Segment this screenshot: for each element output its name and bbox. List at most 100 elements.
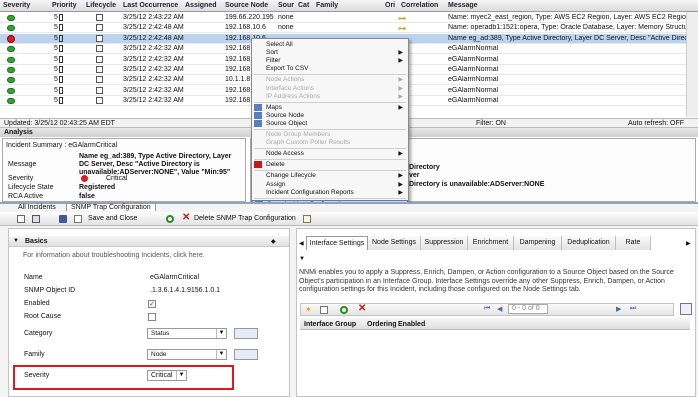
tab-deduplication[interactable]: Deduplication [562, 236, 616, 250]
next-page-icon[interactable]: ▶ [616, 305, 621, 313]
menu-item-source-object[interactable]: Source Object [252, 119, 408, 128]
message-label: Message [8, 161, 37, 168]
pager-input[interactable]: 0 - 0 of 0 [508, 304, 548, 314]
lifecycle-icon [96, 76, 103, 84]
tab-dampening[interactable]: Dampening [514, 236, 562, 250]
tab-scroll-right-icon[interactable]: ▶ [686, 240, 691, 247]
menu-item-label: Export To CSV [266, 65, 309, 73]
family-select[interactable]: Node ▼ [147, 349, 227, 360]
col-correlation[interactable]: Correlation [401, 2, 438, 9]
menu-item-node-actions: Node Actions ▶ [252, 76, 408, 84]
priority-value: 5 [54, 97, 58, 105]
col-lifecycle[interactable]: Lifecycle [86, 2, 116, 9]
new-row-icon[interactable]: ✶ [305, 305, 312, 314]
menu-item-label: Node Access [266, 150, 304, 158]
menu-item-source-node[interactable]: Source Node [252, 111, 408, 120]
submenu-arrow-icon: ▶ [398, 151, 403, 158]
category-lookup-icon[interactable] [234, 328, 258, 339]
priority-value: 5 [54, 45, 58, 53]
open-icon[interactable] [32, 215, 40, 223]
help-icon[interactable] [303, 215, 311, 223]
delete-row-icon[interactable]: ✕ [358, 303, 366, 314]
col-source-node[interactable]: Source Node [225, 2, 268, 9]
normal-severity-icon [7, 67, 15, 73]
menu-separator [254, 74, 406, 76]
lifecycle-icon [96, 34, 103, 42]
tab-enrichment[interactable]: Enrichment [468, 236, 514, 250]
col-ordering[interactable]: Ordering [367, 321, 397, 328]
lifecycle-icon [96, 45, 103, 53]
menu-item-label: Sort [266, 49, 278, 57]
message-cell: eGAlarmNormal [448, 66, 499, 73]
priority-value: 5 [54, 86, 58, 94]
menu-item-node-access[interactable]: Node Access ▶ [252, 150, 408, 158]
menu-item-sort[interactable]: Sort ▶ [252, 49, 408, 57]
menu-item-maps[interactable]: Maps ▶ [252, 103, 408, 112]
tab-node-settings[interactable]: Node Settings [368, 236, 421, 250]
menu-item-filter[interactable]: Filter ▶ [252, 57, 408, 65]
basics-header[interactable]: ▼ Basics ◆ [9, 236, 289, 247]
table-settings-icon[interactable] [680, 303, 692, 315]
save-icon[interactable] [59, 215, 67, 223]
menu-item-assign[interactable]: Assign ▶ [252, 181, 408, 189]
priority-value: 5 [54, 14, 58, 21]
priority-value: 5 [54, 24, 58, 32]
last-occurrence: 3/25/12 2:42:32 AM [123, 66, 184, 73]
first-page-icon[interactable]: ⏮ [484, 305, 490, 313]
rca-label: RCA Active [8, 193, 44, 200]
tab-rate[interactable]: Rate [616, 236, 651, 250]
category-select[interactable]: Status ▼ [147, 328, 227, 339]
priority-icon [59, 97, 63, 105]
delete-icon[interactable]: ✕ [182, 212, 190, 223]
menu-item-delete[interactable]: Delete [252, 161, 408, 169]
menu-item-select-all[interactable]: Select All [252, 41, 408, 49]
priority-value: 5 [54, 66, 58, 73]
save-and-close-button[interactable]: Save and Close [88, 213, 137, 225]
open-row-icon[interactable] [320, 306, 328, 314]
menu-item-incident-configuration-reports[interactable]: Incident Configuration Reports ▶ [252, 189, 408, 197]
tab-scroll-left-icon[interactable]: ◀ [299, 240, 304, 247]
col-last-occurrence[interactable]: Last Occurrence [123, 2, 178, 9]
submenu-arrow-icon: ▶ [398, 189, 403, 196]
tab-interface-settings[interactable]: Interface Settings [306, 236, 368, 250]
tab-snmp-trap-config[interactable]: SNMP Trap Configuration [66, 203, 156, 211]
message-cell: eGAlarmNormal [448, 97, 499, 105]
col-enabled[interactable]: Enabled [398, 321, 425, 328]
last-page-icon[interactable]: ⏭ [630, 305, 636, 313]
new-icon[interactable] [17, 215, 25, 223]
menu-item-change-lifecycle[interactable]: Change Lifecycle ▶ [252, 172, 408, 180]
col-family[interactable]: Family [316, 2, 338, 9]
col-category[interactable]: Cat [298, 2, 309, 9]
priority-value: 5 [54, 55, 58, 63]
menu-item-export-to-csv[interactable]: Export To CSV [252, 65, 408, 73]
col-interface-group[interactable]: Interface Group [304, 321, 356, 328]
enabled-checkbox[interactable]: ✓ [148, 300, 156, 308]
last-occurrence: 3/25/12 2:42:32 AM [123, 76, 184, 84]
save-close-icon[interactable] [74, 215, 82, 223]
col-origin[interactable]: Ori [385, 2, 395, 9]
root-cause-checkbox[interactable] [148, 313, 156, 321]
refresh-icon[interactable] [166, 215, 174, 223]
col-assigned[interactable]: Assigned [185, 2, 217, 9]
collapse-icon[interactable]: ▼ [299, 256, 305, 262]
tab-suppression[interactable]: Suppression [421, 236, 468, 250]
detail-line-2: ver [409, 172, 420, 179]
key-icon: ⊶ [398, 24, 406, 34]
col-source[interactable]: Sour [278, 2, 294, 9]
tab-all-incidents[interactable]: All Incidents [18, 204, 56, 211]
family-lookup-icon[interactable] [234, 349, 258, 360]
message-cell: eGAlarmNormal [448, 45, 499, 53]
refresh-row-icon[interactable] [340, 306, 348, 314]
prev-page-icon[interactable]: ◀ [497, 305, 502, 313]
delete-config-button[interactable]: Delete SNMP Trap Configuration [194, 213, 296, 225]
col-message[interactable]: Message [448, 2, 478, 9]
table-row[interactable]: 5 3/25/12 2:43:22 AM 199.66.220.195 none ⊶ Na… [0, 13, 698, 23]
severity-select[interactable]: Critical ▼ [147, 370, 187, 381]
col-severity[interactable]: Severity [3, 2, 30, 9]
table-row[interactable]: 5 3/25/12 2:42:48 AM 192.168.10.6 none ⊶ Name… [0, 23, 698, 34]
menu-separator [254, 159, 406, 161]
menu-item-label: Node Actions [266, 76, 305, 84]
table-scrollbar[interactable] [686, 12, 698, 117]
last-occurrence: 3/25/12 2:42:48 AM [123, 34, 184, 42]
col-priority[interactable]: Priority [52, 2, 77, 9]
